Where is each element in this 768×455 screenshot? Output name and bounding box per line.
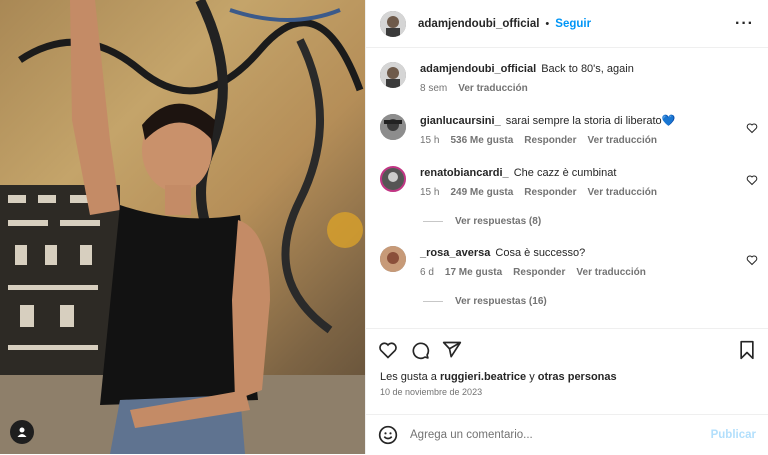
- publish-button[interactable]: Publicar: [711, 429, 756, 441]
- avatar[interactable]: [380, 166, 406, 192]
- comment-username[interactable]: renatobiancardi_: [420, 167, 509, 179]
- post-header: adamjendoubi_official • Seguir ···: [366, 0, 768, 48]
- post-actions: Les gusta a ruggieri.beatrice y otras pe…: [366, 328, 768, 455]
- avatar[interactable]: [380, 62, 406, 88]
- more-icon[interactable]: ···: [735, 15, 754, 33]
- post-photo[interactable]: [0, 0, 365, 454]
- heart-icon[interactable]: [746, 122, 758, 134]
- reply-button[interactable]: Responder: [524, 186, 576, 200]
- view-replies-button[interactable]: Ver respuestas (8): [423, 216, 541, 227]
- divider: [423, 221, 443, 222]
- see-translation-link[interactable]: Ver traducción: [576, 266, 645, 280]
- comment-username[interactable]: _rosa_aversa: [420, 247, 490, 259]
- divider: [423, 301, 443, 302]
- caption-text: Back to 80's, again: [541, 63, 634, 75]
- view-replies-label[interactable]: Ver respuestas (16): [455, 296, 547, 307]
- comment-item: renatobiancardi_ Che cazz è cumbinat 15 …: [380, 166, 758, 200]
- comments-list: adamjendoubi_official Back to 80's, agai…: [366, 48, 768, 328]
- share-icon[interactable]: [442, 340, 462, 360]
- comment-item: _rosa_aversa Cosa è successo? 6 d 17 Me …: [380, 246, 758, 280]
- see-translation-link[interactable]: Ver traducción: [458, 82, 527, 96]
- caption-time[interactable]: 8 sem: [420, 82, 447, 96]
- comment-icon[interactable]: [410, 340, 430, 360]
- photo-illustration: [0, 0, 365, 454]
- comment-time[interactable]: 15 h: [420, 186, 439, 200]
- emoji-icon[interactable]: [378, 425, 398, 445]
- likes-others[interactable]: otras personas: [538, 371, 617, 383]
- caption-username[interactable]: adamjendoubi_official: [420, 63, 536, 75]
- reply-button[interactable]: Responder: [513, 266, 565, 280]
- caption: adamjendoubi_official Back to 80's, agai…: [380, 62, 758, 96]
- likes-summary: Les gusta a ruggieri.beatrice y otras pe…: [366, 361, 768, 383]
- likes-prefix: Les gusta a: [380, 371, 437, 383]
- comment-text: Che cazz è cumbinat: [513, 167, 617, 179]
- bookmark-icon[interactable]: [738, 340, 756, 360]
- avatar[interactable]: [380, 246, 406, 272]
- heart-icon[interactable]: [746, 254, 758, 266]
- comment-item: gianlucaursini_ sarai sempre la storia d…: [380, 114, 758, 148]
- comment-text: sarai sempre la storia di liberato💙: [505, 115, 676, 127]
- reply-button[interactable]: Responder: [524, 134, 576, 148]
- avatar[interactable]: [380, 114, 406, 140]
- view-replies-button[interactable]: Ver respuestas (16): [423, 296, 547, 307]
- comment-likes[interactable]: 17 Me gusta: [445, 266, 502, 280]
- separator-dot: •: [545, 17, 550, 30]
- likes-and: y: [529, 371, 535, 383]
- see-translation-link[interactable]: Ver traducción: [588, 186, 657, 200]
- comment-box: Agrega un comentario... Publicar: [366, 414, 768, 455]
- view-replies-label[interactable]: Ver respuestas (8): [455, 216, 541, 227]
- comment-text: Cosa è successo?: [495, 247, 586, 259]
- comment-likes[interactable]: 249 Me gusta: [450, 186, 513, 200]
- tag-user-icon[interactable]: [10, 420, 34, 444]
- post-date: 10 de noviembre de 2023: [380, 387, 483, 397]
- heart-icon[interactable]: [378, 340, 398, 360]
- comment-time[interactable]: 15 h: [420, 134, 439, 148]
- see-translation-link[interactable]: Ver traducción: [588, 134, 657, 148]
- likes-user[interactable]: ruggieri.beatrice: [440, 371, 526, 383]
- avatar[interactable]: [380, 10, 406, 37]
- follow-button[interactable]: Seguir: [555, 18, 591, 30]
- heart-icon[interactable]: [746, 174, 758, 186]
- post-panel: adamjendoubi_official • Seguir ··· adamj…: [365, 0, 768, 454]
- comment-input[interactable]: Agrega un comentario...: [410, 429, 533, 441]
- comment-likes[interactable]: 536 Me gusta: [450, 134, 513, 148]
- comment-username[interactable]: gianlucaursini_: [420, 115, 501, 127]
- post-username[interactable]: adamjendoubi_official: [418, 18, 539, 30]
- comment-time[interactable]: 6 d: [420, 266, 434, 280]
